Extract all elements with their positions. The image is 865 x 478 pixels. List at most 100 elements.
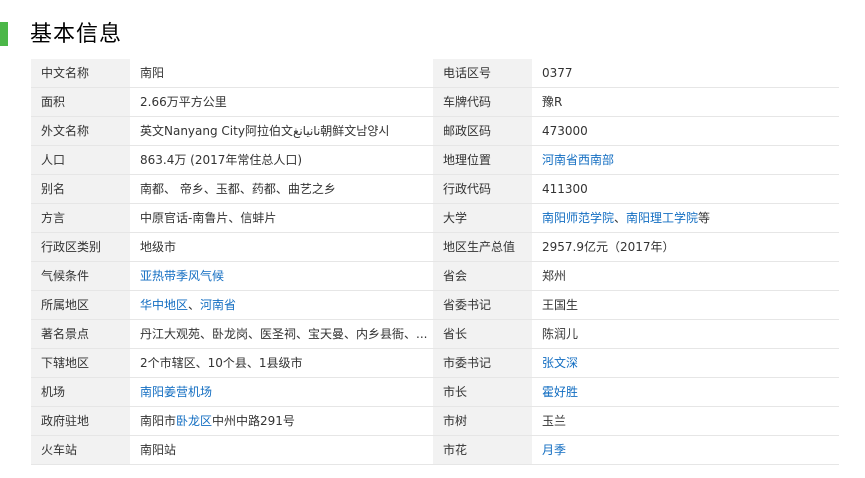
info-value-link[interactable]: 张文深 <box>542 356 578 370</box>
info-key: 市长 <box>433 377 532 407</box>
info-value-text: 0377 <box>542 66 573 80</box>
info-value-link[interactable]: 卧龙区 <box>176 414 212 428</box>
info-value: 2.66万平方公里 <box>130 87 433 117</box>
info-value: 411300 <box>532 174 839 204</box>
info-value-link[interactable]: 河南省 <box>200 298 236 312</box>
info-key: 车牌代码 <box>433 87 532 117</box>
info-key: 人口 <box>31 145 130 175</box>
info-key: 政府驻地 <box>31 406 130 436</box>
info-value-text: 玉兰 <box>542 414 567 428</box>
info-key: 行政区类别 <box>31 232 130 262</box>
info-row: 面积 2.66万平方公里 车牌代码 豫R <box>31 87 839 117</box>
info-value-text: 411300 <box>542 182 588 196</box>
info-value: 南阳 <box>130 59 433 88</box>
info-value-text: 南阳站 <box>140 443 177 457</box>
info-value: 河南省西南部 <box>532 145 839 175</box>
info-key: 大学 <box>433 203 532 233</box>
info-key: 面积 <box>31 87 130 117</box>
info-key: 省委书记 <box>433 290 532 320</box>
info-key: 市树 <box>433 406 532 436</box>
info-key: 著名景点 <box>31 319 130 349</box>
info-value: 南阳市卧龙区中州中路291号 <box>130 406 433 436</box>
info-value-text: 2957.9亿元（2017年） <box>542 240 675 254</box>
info-value-link[interactable]: 南阳姜营机场 <box>140 385 212 399</box>
info-value-text: 南都、 帝乡、玉都、药都、曲艺之乡 <box>140 182 336 196</box>
info-value: 陈润儿 <box>532 319 839 349</box>
info-key: 外文名称 <box>31 116 130 146</box>
section-accent-bar <box>0 22 8 46</box>
info-value-text: 863.4万 (2017年常住总人口) <box>140 153 303 167</box>
info-value-text: 地级市 <box>140 240 177 254</box>
info-value: 863.4万 (2017年常住总人口) <box>130 145 433 175</box>
info-row: 火车站 南阳站 市花 月季 <box>31 435 839 465</box>
info-value-link[interactable]: 华中地区 <box>140 298 188 312</box>
info-key: 别名 <box>31 174 130 204</box>
info-key: 下辖地区 <box>31 348 130 378</box>
info-value-text: 等 <box>698 211 711 225</box>
info-row: 行政区类别 地级市 地区生产总值 2957.9亿元（2017年） <box>31 232 839 262</box>
info-value-text: 中州中路291号 <box>212 414 295 428</box>
info-key: 所属地区 <box>31 290 130 320</box>
info-value: 中原官话-南鲁片、信蚌片 <box>130 203 433 233</box>
info-key: 中文名称 <box>31 59 130 88</box>
basic-info-table: 中文名称 南阳 电话区号 0377 面积 2.66万平方公里 车牌代码 豫R 外文名称 英文Nan… <box>31 59 839 465</box>
info-value-text: 、 <box>614 211 627 225</box>
info-value-link[interactable]: 霍好胜 <box>542 385 578 399</box>
info-value-link[interactable]: 南阳理工学院 <box>626 211 698 225</box>
info-value: 地级市 <box>130 232 433 262</box>
info-value-text: 、 <box>188 298 201 312</box>
info-value: 月季 <box>532 435 839 465</box>
info-value: 王国生 <box>532 290 839 320</box>
info-key: 省长 <box>433 319 532 349</box>
info-key: 市委书记 <box>433 348 532 378</box>
info-value-text: 南阳市 <box>140 414 177 428</box>
info-key: 方言 <box>31 203 130 233</box>
info-value-link[interactable]: 亚热带季风气候 <box>140 269 224 283</box>
info-row: 所属地区 华中地区、河南省 省委书记 王国生 <box>31 290 839 320</box>
info-value-text: 豫R <box>542 95 563 109</box>
info-value: 南阳姜营机场 <box>130 377 433 407</box>
section-title: 基本信息 <box>30 22 123 47</box>
info-value-text: 2.66万平方公里 <box>140 95 227 109</box>
info-value: 玉兰 <box>532 406 839 436</box>
info-value-text: 英文Nanyang City阿拉伯文نانيانغ朝鲜文남양시 <box>140 124 390 138</box>
info-value-text: 南阳 <box>140 66 165 80</box>
info-value-text: 王国生 <box>542 298 579 312</box>
info-row: 人口 863.4万 (2017年常住总人口) 地理位置 河南省西南部 <box>31 145 839 175</box>
info-key: 邮政区码 <box>433 116 532 146</box>
info-value: 南都、 帝乡、玉都、药都、曲艺之乡 <box>130 174 433 204</box>
info-value: 南阳师范学院、南阳理工学院等 <box>532 203 839 233</box>
info-value: 英文Nanyang City阿拉伯文نانيانغ朝鲜文남양시 <box>130 116 433 146</box>
info-value-link[interactable]: 南阳师范学院 <box>542 211 614 225</box>
info-value: 亚热带季风气候 <box>130 261 433 291</box>
info-row: 气候条件 亚热带季风气候 省会 郑州 <box>31 261 839 291</box>
info-value: 华中地区、河南省 <box>130 290 433 320</box>
info-key: 气候条件 <box>31 261 130 291</box>
info-row: 方言 中原官话-南鲁片、信蚌片 大学 南阳师范学院、南阳理工学院等 <box>31 203 839 233</box>
info-value-text: 陈润儿 <box>542 327 579 341</box>
info-value-text: 2个市辖区、10个县、1县级市 <box>140 356 303 370</box>
info-value: 豫R <box>532 87 839 117</box>
info-row: 外文名称 英文Nanyang City阿拉伯文نانيانغ朝鲜文남양시 邮政区码 4… <box>31 116 839 146</box>
basic-info-body: 中文名称 南阳 电话区号 0377 面积 2.66万平方公里 车牌代码 豫R 外文名称 英文Nan… <box>31 59 839 465</box>
info-row: 机场 南阳姜营机场 市长 霍好胜 <box>31 377 839 407</box>
info-value: 2个市辖区、10个县、1县级市 <box>130 348 433 378</box>
info-key: 机场 <box>31 377 130 407</box>
info-value-link[interactable]: 河南省西南部 <box>542 153 614 167</box>
info-row: 别名 南都、 帝乡、玉都、药都、曲艺之乡 行政代码 411300 <box>31 174 839 204</box>
info-value-text: 中原官话-南鲁片、信蚌片 <box>140 211 277 225</box>
info-value: 0377 <box>532 59 839 88</box>
info-value: 郑州 <box>532 261 839 291</box>
info-value: 张文深 <box>532 348 839 378</box>
info-value: 霍好胜 <box>532 377 839 407</box>
info-value: 丹江大观苑、卧龙岗、医圣祠、宝天曼、内乡县衙、... <box>130 319 433 349</box>
info-value-text: 丹江大观苑、卧龙岗、医圣祠、宝天曼、内乡县衙、... <box>140 327 428 341</box>
info-key: 火车站 <box>31 435 130 465</box>
info-value-text: 473000 <box>542 124 588 138</box>
info-key: 地区生产总值 <box>433 232 532 262</box>
info-row: 下辖地区 2个市辖区、10个县、1县级市 市委书记 张文深 <box>31 348 839 378</box>
info-key: 省会 <box>433 261 532 291</box>
info-row: 政府驻地 南阳市卧龙区中州中路291号 市树 玉兰 <box>31 406 839 436</box>
info-value-link[interactable]: 月季 <box>542 443 566 457</box>
info-value: 473000 <box>532 116 839 146</box>
